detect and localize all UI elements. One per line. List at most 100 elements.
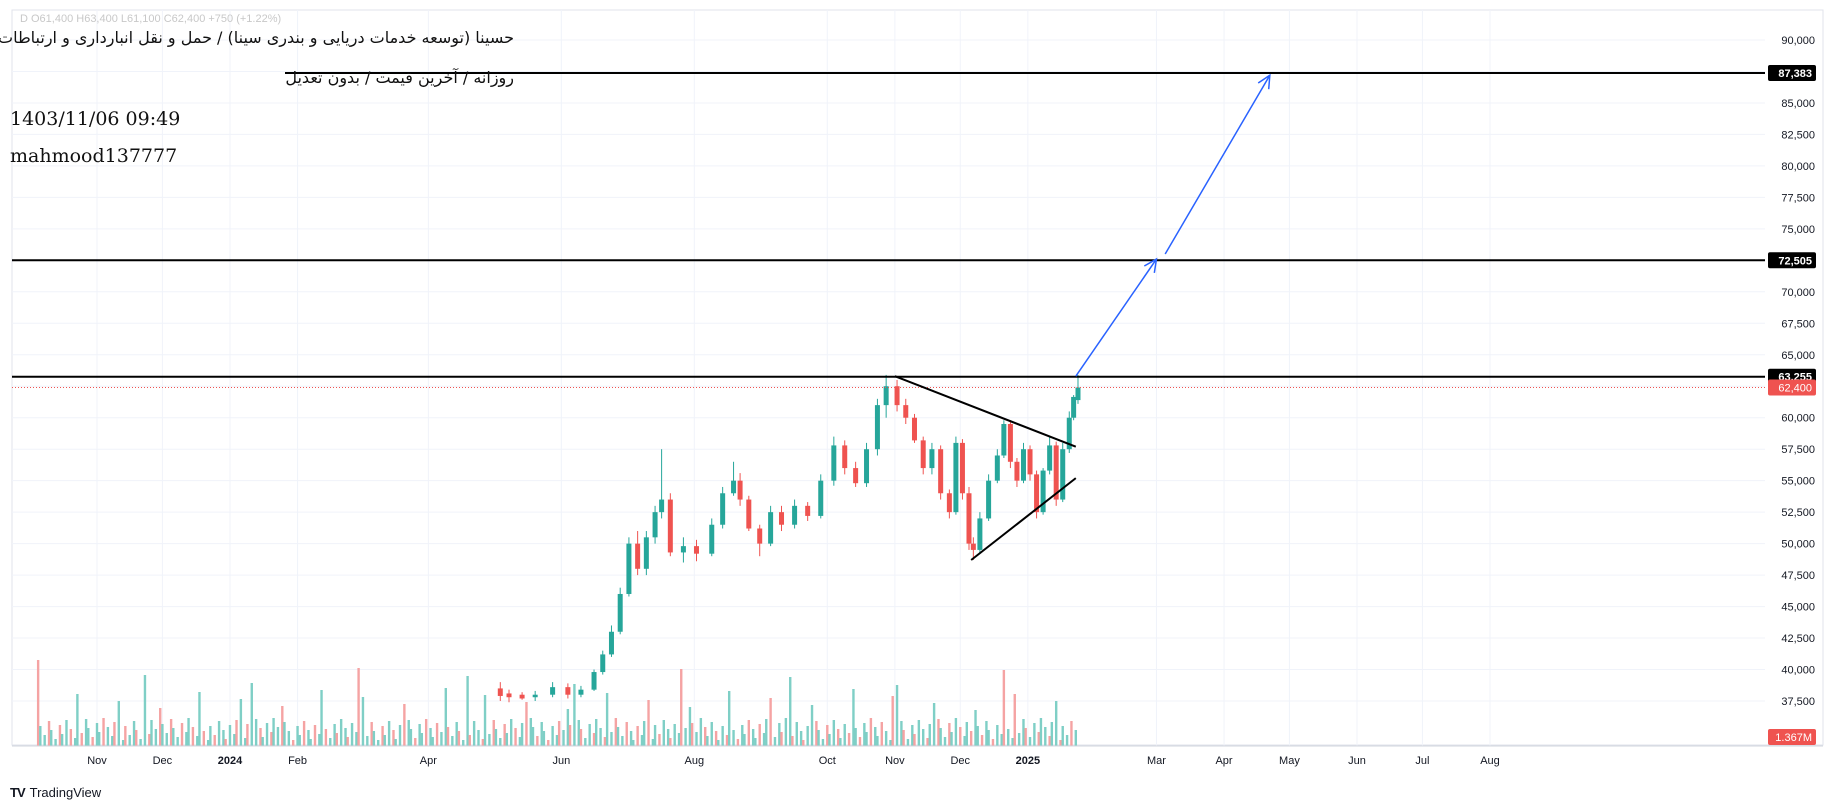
volume-bar bbox=[987, 730, 990, 746]
volume-bar bbox=[616, 727, 620, 746]
volume-bar bbox=[751, 729, 755, 746]
volume-bar bbox=[991, 739, 995, 746]
price-axis[interactable]: 37,500 40,000 42,500 45,000 47,500 50,000 52,5… bbox=[1768, 35, 1816, 745]
volume-bar bbox=[884, 731, 888, 746]
candle bbox=[737, 473, 743, 506]
candle bbox=[920, 436, 926, 475]
volume-bar bbox=[398, 725, 402, 746]
candle-body bbox=[643, 537, 649, 569]
volume-bar bbox=[191, 727, 195, 746]
price-tick-label: 75,000 bbox=[1781, 224, 1815, 236]
volume-bar bbox=[307, 730, 310, 746]
tradingview-brand[interactable]: TV TradingView bbox=[10, 785, 101, 800]
candle-body bbox=[970, 543, 976, 550]
volume-bar bbox=[727, 691, 731, 746]
volume-bar bbox=[799, 731, 803, 746]
volume-bar bbox=[954, 718, 958, 746]
time-tick-label: 2024 bbox=[218, 755, 243, 767]
candle-body bbox=[805, 505, 811, 516]
candle-body bbox=[709, 524, 715, 554]
volume-bar bbox=[143, 675, 147, 746]
volume-bar bbox=[662, 720, 665, 746]
volume-bar bbox=[65, 720, 68, 746]
author-name: mahmood137777 bbox=[10, 145, 178, 167]
volume-bar bbox=[414, 738, 417, 746]
candle bbox=[565, 683, 571, 699]
volume-bar bbox=[91, 737, 94, 746]
volume-bar bbox=[584, 738, 587, 746]
candle-body bbox=[874, 405, 880, 450]
volume-bar bbox=[721, 726, 724, 746]
level-price-label: 72,505 bbox=[1778, 255, 1812, 267]
volume-bar bbox=[525, 702, 528, 746]
candle-body bbox=[578, 689, 584, 695]
volume-bar bbox=[381, 726, 384, 746]
volume-bar bbox=[403, 704, 406, 746]
volume-bar bbox=[383, 735, 386, 746]
volume-bar bbox=[259, 728, 262, 746]
candle-body bbox=[911, 417, 917, 441]
volume-bar bbox=[653, 725, 657, 746]
candle-body bbox=[1020, 449, 1026, 481]
candle bbox=[506, 689, 512, 703]
time-axis[interactable]: Nov Dec 2024 Feb Apr Jun Aug Oct Nov Dec 2025 Mar Ap… bbox=[12, 745, 1823, 767]
volume-bar bbox=[291, 740, 295, 746]
volume-bar bbox=[335, 733, 338, 746]
volume-bar bbox=[891, 696, 894, 746]
candle-body bbox=[818, 480, 824, 516]
volume-bar bbox=[333, 724, 336, 746]
volume-bar bbox=[117, 701, 120, 746]
price-tick-label: 52,500 bbox=[1781, 507, 1815, 519]
volume-bar bbox=[614, 718, 618, 746]
candle-body bbox=[792, 505, 798, 525]
volume-bar bbox=[603, 737, 607, 746]
candle bbox=[550, 682, 556, 698]
volume-bar bbox=[1024, 728, 1027, 746]
candle-body bbox=[680, 546, 686, 553]
price-chart[interactable]: 37,500 40,000 42,500 45,000 47,500 50,000 52,5… bbox=[0, 0, 1836, 812]
candle-body bbox=[946, 493, 952, 513]
volume-bar bbox=[1074, 730, 1078, 746]
volume-bar bbox=[472, 721, 476, 746]
candle-body bbox=[977, 518, 983, 550]
candle-body bbox=[1027, 449, 1033, 475]
volume-bar bbox=[826, 725, 829, 746]
volume-bar bbox=[270, 732, 273, 746]
volume-bar bbox=[250, 683, 253, 746]
volume-bar bbox=[272, 718, 275, 746]
volume-bar bbox=[505, 733, 509, 746]
volume-bar bbox=[483, 695, 487, 746]
volume-bar bbox=[298, 735, 301, 746]
volume-bar bbox=[361, 697, 365, 746]
candle bbox=[853, 461, 859, 487]
candle-body bbox=[731, 480, 737, 494]
candle bbox=[578, 685, 584, 698]
volume-bar bbox=[429, 728, 432, 746]
volume-bar bbox=[276, 727, 280, 746]
volume-bar bbox=[366, 736, 369, 746]
candle bbox=[946, 489, 952, 519]
candle-body bbox=[1007, 424, 1013, 462]
volume-bar bbox=[869, 718, 873, 746]
volume-bar bbox=[370, 722, 373, 746]
volume-bar bbox=[629, 731, 633, 746]
volume-bar bbox=[76, 694, 79, 746]
volume-bar bbox=[514, 728, 517, 746]
candle bbox=[994, 449, 1000, 484]
volume-bar bbox=[222, 730, 225, 746]
volume-bar bbox=[847, 733, 851, 746]
volume-bar bbox=[540, 722, 543, 746]
volume-bar bbox=[536, 736, 539, 746]
volume-bar bbox=[50, 730, 53, 746]
candle bbox=[1075, 374, 1081, 404]
candle bbox=[986, 474, 992, 521]
candle-body bbox=[920, 440, 926, 469]
candle-body bbox=[883, 386, 889, 406]
candle bbox=[959, 439, 965, 500]
volume-bar bbox=[54, 739, 57, 746]
volume-bar bbox=[684, 728, 687, 746]
price-tick-label: 40,000 bbox=[1781, 665, 1815, 677]
time-tick-label: Nov bbox=[885, 755, 905, 767]
volume-bar bbox=[121, 740, 125, 746]
volume-bar bbox=[520, 723, 524, 746]
